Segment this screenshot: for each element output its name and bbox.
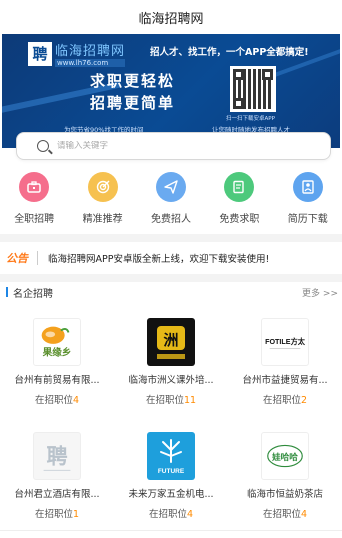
nav-item-free-hire[interactable]: 免费招人 [137, 172, 205, 225]
promo-banner[interactable]: 聘 临海招聘网 www.lh76.com 招人才、找工作，一个APP全都搞定! … [2, 34, 340, 148]
positions-label: 在招职位 [262, 395, 301, 406]
section-title: 名企招聘 [6, 285, 53, 300]
nav-item-resume-download[interactable]: 简历下载 [274, 172, 342, 225]
company-logo-text: 聘 [46, 444, 67, 469]
nav-label: 精准推荐 [82, 214, 123, 225]
resume-icon [292, 172, 323, 202]
section-title-text: 名企招聘 [13, 288, 53, 300]
search-bar[interactable] [16, 132, 331, 160]
company-name: 临海市洲义课外培... [128, 375, 214, 386]
banner-logo: 聘 临海招聘网 www.lh76.com [28, 40, 126, 67]
positions-label: 在招职位 [34, 395, 73, 406]
nav-item-free-jobseek[interactable]: 免费求职 [205, 172, 273, 225]
section-header: 名企招聘 更多 >> [0, 282, 342, 302]
notice-text: 临海招聘网APP安卓版全新上线，欢迎下载安装使用! [48, 254, 270, 265]
logo-mark: 聘 [28, 41, 52, 66]
positions-count: 2 [300, 395, 308, 406]
positions-count: 4 [186, 509, 194, 520]
company-logo-text: FOTILE方太 [265, 337, 306, 346]
nav-label: 全职招聘 [14, 214, 55, 225]
company-logo-text: 果缘乡 [42, 346, 72, 358]
qr-code-icon [230, 66, 276, 112]
quick-nav: 全职招聘 精准推荐 免费招人 免费求职 简历下载 [0, 172, 342, 225]
positions-label: 在招职位 [34, 509, 73, 520]
positions-count: 11 [183, 395, 197, 406]
company-logo-text: 洲 [163, 331, 178, 349]
notice-separator [37, 251, 38, 265]
company-card[interactable]: 果缘乡 台州有前贸易有限... 在招职位4 [0, 304, 114, 406]
company-positions: 在招职位4 [149, 506, 193, 520]
company-logo-text: FUTURE [158, 468, 185, 475]
notice-bar[interactable]: 公告 临海招聘网APP安卓版全新上线，欢迎下载安装使用! [0, 246, 342, 270]
company-logo-text: 娃哈哈 [271, 451, 298, 463]
company-logo: 果缘乡 [33, 318, 81, 366]
positions-count: 1 [72, 509, 80, 520]
company-logo: 聘 [33, 432, 81, 480]
paper-plane-icon [155, 172, 186, 202]
company-positions: 在招职位1 [35, 506, 79, 520]
nav-label: 免费招人 [150, 214, 191, 225]
company-logo: 洲 [147, 318, 195, 366]
company-card[interactable]: 娃哈哈 临海市恒益奶茶店 在招职位4 [228, 418, 342, 520]
positions-count: 4 [72, 395, 80, 406]
nav-label: 简历下载 [287, 214, 328, 225]
company-name: 台州有前贸易有限... [14, 375, 100, 386]
company-card[interactable]: 洲 临海市洲义课外培... 在招职位11 [114, 304, 228, 406]
positions-label: 在招职位 [145, 395, 184, 406]
section-accent-bar [6, 287, 8, 297]
page-title: 临海招聘网 [0, 0, 342, 34]
company-card[interactable]: FUTURE 未来万家五金机电... 在招职位4 [114, 418, 228, 520]
nav-item-recommend[interactable]: 精准推荐 [69, 172, 137, 225]
positions-label: 在招职位 [148, 509, 187, 520]
positions-label: 在招职位 [262, 509, 301, 520]
qr-label: 扫一扫下载安卓APP [226, 116, 275, 122]
logo-name: 临海招聘网 [55, 44, 126, 59]
company-logo: 娃哈哈 [261, 432, 309, 480]
bottom-divider [0, 530, 342, 531]
section-divider [0, 274, 342, 282]
positions-count: 4 [300, 509, 308, 520]
more-link[interactable]: 更多 >> [302, 286, 338, 299]
briefcase-icon [19, 172, 50, 202]
company-card[interactable]: FOTILE方太 台州市益捷贸易有... 在招职位2 [228, 304, 342, 406]
section-divider [0, 234, 342, 242]
banner-headline-2: 招聘更简单 [90, 94, 176, 112]
search-input[interactable] [57, 141, 297, 151]
company-name: 台州君立酒店有限... [14, 489, 100, 500]
banner-headline-1: 求职更轻松 [90, 72, 176, 90]
banner-headline-top: 招人才、找工作，一个APP全都搞定! [150, 47, 309, 58]
nav-label: 免费求职 [219, 214, 260, 225]
logo-url: www.lh76.com [55, 59, 126, 67]
company-name: 台州市益捷贸易有... [242, 375, 328, 386]
company-positions: 在招职位4 [35, 392, 79, 406]
company-logo: FOTILE方太 [261, 318, 309, 366]
company-card[interactable]: 聘 台州君立酒店有限... 在招职位1 [0, 418, 114, 520]
company-name: 未来万家五金机电... [128, 489, 214, 500]
nav-item-fulltime-jobs[interactable]: 全职招聘 [0, 172, 68, 225]
target-icon [87, 172, 118, 202]
company-positions: 在招职位4 [263, 506, 307, 520]
notice-tag: 公告 [6, 252, 28, 265]
company-name: 临海市恒益奶茶店 [246, 489, 323, 500]
company-logo: FUTURE [147, 432, 195, 480]
search-icon [224, 172, 255, 202]
company-positions: 在招职位2 [263, 392, 307, 406]
search-icon [37, 140, 49, 152]
company-grid: 果缘乡 台州有前贸易有限... 在招职位4 洲 临海市洲义课外培... 在招职位… [0, 304, 342, 520]
company-positions: 在招职位11 [146, 392, 196, 406]
